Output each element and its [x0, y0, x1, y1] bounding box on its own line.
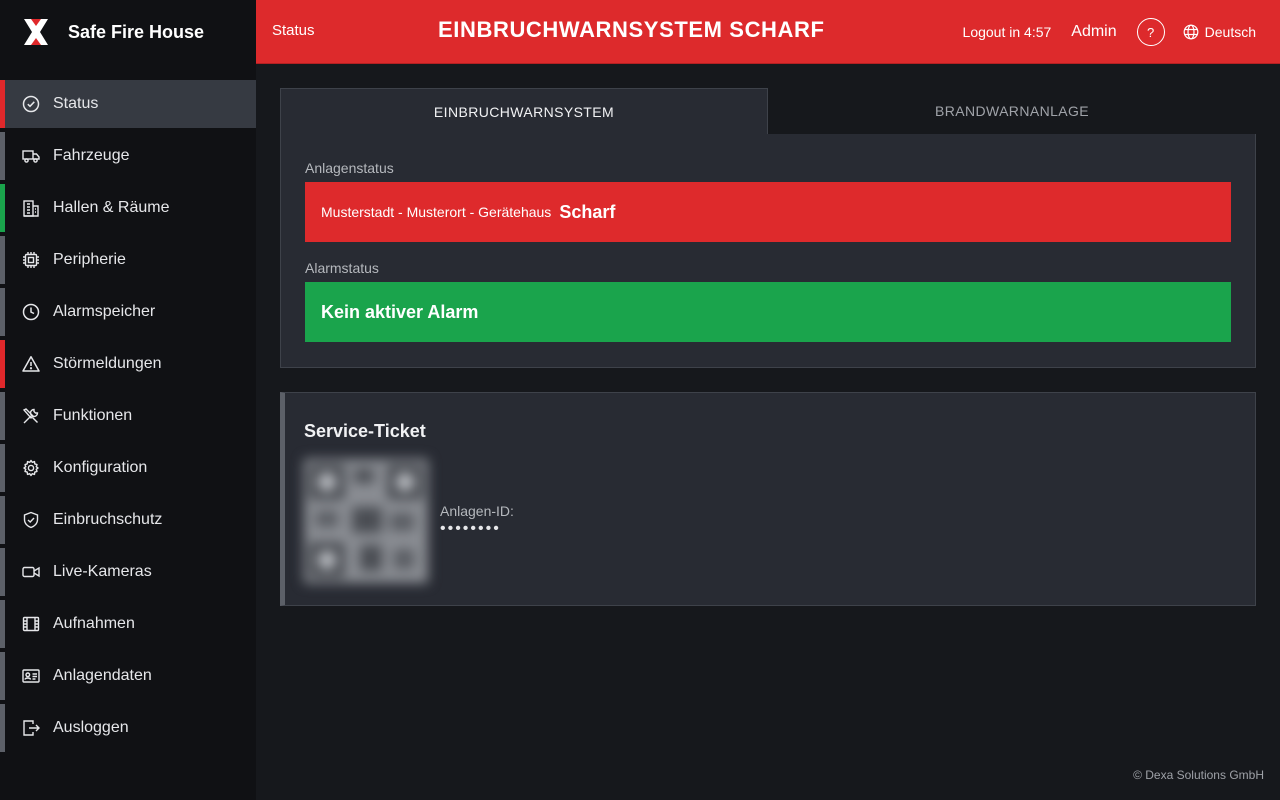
sidebar-item-hallen-raeume[interactable]: Hallen & Räume: [0, 184, 256, 232]
sidebar-item-label: Einbruchschutz: [53, 511, 163, 528]
system-status-label: Anlagenstatus: [305, 160, 394, 176]
status-indicator-bar: [0, 600, 5, 648]
sidebar-item-label: Status: [53, 95, 99, 112]
status-indicator-bar: [0, 80, 5, 128]
sidebar-item-einbruchschutz[interactable]: Einbruchschutz: [0, 496, 256, 544]
footer-copyright: © Dexa Solutions GmbH: [1133, 768, 1264, 782]
check-circle-icon: [22, 95, 40, 113]
sidebar-item-label: Live-Kameras: [53, 563, 152, 580]
system-status-box: Musterstadt - Musterort - Gerätehaus Sch…: [305, 182, 1231, 242]
sidebar-item-anlagendaten[interactable]: Anlagendaten: [0, 652, 256, 700]
sidebar-item-stoermeldungen[interactable]: Störmeldungen: [0, 340, 256, 388]
alarm-status-label: Alarmstatus: [305, 260, 379, 276]
id-card-icon: [22, 667, 40, 685]
alarm-state: Kein aktiver Alarm: [321, 301, 479, 322]
logout-timer: Logout in 4:57: [962, 24, 1052, 40]
status-panel: Anlagenstatus Musterstadt - Musterort - …: [280, 134, 1256, 368]
status-indicator-bar: [0, 548, 5, 596]
clock-icon: [22, 303, 40, 321]
status-indicator-bar: [0, 236, 5, 284]
status-indicator-bar: [0, 652, 5, 700]
alarm-status-box: Kein aktiver Alarm: [305, 282, 1231, 342]
warning-triangle-icon: [22, 355, 40, 373]
system-id-value: ••••••••: [440, 520, 501, 537]
film-icon: [22, 615, 40, 633]
brand-name: Safe Fire House: [68, 21, 205, 42]
sidebar-item-label: Aufnahmen: [53, 615, 135, 632]
sidebar-item-label: Ausloggen: [53, 719, 129, 736]
sidebar-item-alarmspeicher[interactable]: Alarmspeicher: [0, 288, 256, 336]
status-indicator-bar: [0, 340, 5, 388]
system-id-label: Anlagen-ID:: [440, 503, 514, 519]
shield-icon: [22, 511, 40, 529]
sidebar-item-aufnahmen[interactable]: Aufnahmen: [0, 600, 256, 648]
sidebar-item-status[interactable]: Status: [0, 80, 256, 128]
chip-icon: [22, 251, 40, 269]
truck-icon: [22, 147, 40, 165]
ticket-title: Service-Ticket: [304, 421, 426, 441]
help-button[interactable]: ?: [1136, 18, 1165, 46]
building-icon: [22, 199, 40, 217]
sidebar-item-label: Fahrzeuge: [53, 147, 130, 164]
sidebar-item-fahrzeuge[interactable]: Fahrzeuge: [0, 132, 256, 180]
header-actions: Logout in 4:57 Admin ? Deutsch: [963, 0, 1256, 64]
system-state: Scharf: [559, 201, 616, 222]
status-indicator-bar: [0, 392, 5, 440]
status-indicator-bar: [0, 704, 5, 752]
user-menu[interactable]: Admin: [1071, 23, 1116, 41]
sidebar-item-label: Peripherie: [53, 251, 126, 268]
status-indicator-bar: [0, 496, 5, 544]
status-indicator-bar: [0, 184, 5, 232]
breadcrumb: Status: [272, 22, 315, 39]
sidebar-item-live-kameras[interactable]: Live-Kameras: [0, 548, 256, 596]
globe-icon: [1183, 24, 1199, 40]
status-indicator-bar: [0, 288, 5, 336]
sidebar-item-konfiguration[interactable]: Konfiguration: [0, 444, 256, 492]
location-text: Musterstadt - Musterort - Gerätehaus: [321, 204, 552, 220]
qr-code: [304, 459, 428, 583]
x-logo-icon: [24, 19, 48, 45]
top-header: Status EINBRUCHWARNSYSTEM SCHARF Logout …: [256, 0, 1280, 64]
sidebar-item-label: Konfiguration: [53, 459, 148, 476]
status-indicator-bar: [0, 132, 5, 180]
sidebar-item-label: Anlagendaten: [53, 667, 152, 684]
video-camera-icon: [22, 563, 40, 581]
status-indicator-bar: [0, 444, 5, 492]
sidebar-item-ausloggen[interactable]: Ausloggen: [0, 704, 256, 752]
service-ticket-card: Service-Ticket Anlagen-ID: ••••••••: [280, 392, 1256, 606]
sidebar-item-peripherie[interactable]: Peripherie: [0, 236, 256, 284]
gear-icon: [22, 459, 40, 477]
sidebar-item-label: Alarmspeicher: [53, 303, 156, 320]
sidebar-item-label: Hallen & Räume: [53, 199, 170, 216]
sidebar-item-funktionen[interactable]: Funktionen: [0, 392, 256, 440]
sidebar-item-label: Funktionen: [53, 407, 133, 424]
language-selector[interactable]: Deutsch: [1183, 24, 1256, 40]
page-title: EINBRUCHWARNSYSTEM SCHARF: [438, 17, 825, 42]
logout-icon: [22, 719, 40, 737]
sidebar-item-label: Störmeldungen: [53, 355, 162, 372]
sidebar: Status Fahrzeuge Hallen & Räume Peripher…: [0, 64, 256, 800]
tab-brandwarnanlage[interactable]: BRANDWARNANLAGE: [768, 88, 1256, 135]
tools-icon: [22, 407, 40, 425]
tab-einbruchwarnsystem[interactable]: EINBRUCHWARNSYSTEM: [280, 88, 768, 135]
language-label: Deutsch: [1204, 24, 1256, 40]
brand[interactable]: Safe Fire House: [0, 0, 256, 64]
